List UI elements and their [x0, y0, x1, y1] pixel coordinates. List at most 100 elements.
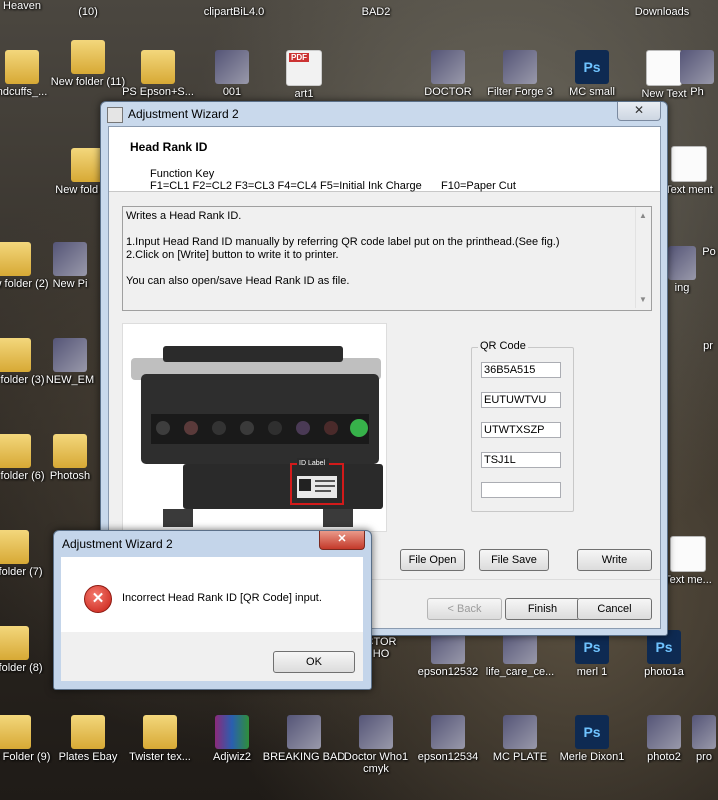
- image-file-icon: [668, 246, 696, 280]
- window-title: Adjustment Wizard 2: [128, 107, 239, 121]
- desktop-icon-label: Po: [702, 246, 716, 258]
- scroll-up-icon[interactable]: ▲: [639, 209, 647, 222]
- scroll-down-icon[interactable]: ▼: [639, 293, 647, 306]
- desktop-icon-label: clipartBiL4.0: [203, 6, 265, 18]
- desktop-icon[interactable]: clipartBiL4.0: [192, 6, 276, 18]
- folder-icon: [71, 40, 105, 74]
- image-file-icon: [359, 715, 393, 749]
- desktop-icon[interactable]: Photosh: [40, 434, 100, 482]
- description-scrollbar[interactable]: ▲ ▼: [635, 207, 651, 308]
- folder-icon: [71, 715, 105, 749]
- desktop-icon-label: art1: [294, 88, 314, 100]
- error-dialog-title: Adjustment Wizard 2: [62, 537, 173, 551]
- desktop-icon-label: Photosh: [49, 470, 91, 482]
- image-file-icon: [503, 715, 537, 749]
- image-file-icon: [692, 715, 716, 749]
- wizard-header: Head Rank ID Function Key F1=CL1 F2=CL2 …: [109, 127, 660, 192]
- close-button[interactable]: ✕: [617, 102, 661, 121]
- desktop-icon[interactable]: art1: [262, 50, 346, 100]
- description-line: You can also open/save Head Rank ID as f…: [126, 275, 350, 287]
- description-line: Writes a Head Rank ID.: [126, 210, 242, 222]
- printhead-image: ID Label: [123, 324, 386, 531]
- folder-icon: [0, 715, 31, 749]
- desktop-icon[interactable]: PS Epson+S...: [116, 50, 200, 98]
- desktop-icon[interactable]: ew folder (8): [0, 626, 52, 674]
- desktop-icon[interactable]: NEW_EM: [40, 338, 100, 386]
- description-line: 1.Input Head Rand ID manually by referri…: [126, 236, 560, 248]
- desktop-icon-label: PS Epson+S...: [122, 86, 194, 98]
- image-file-icon: [53, 338, 87, 372]
- ok-button[interactable]: OK: [273, 651, 355, 673]
- folder-icon: [0, 338, 31, 372]
- cancel-button[interactable]: Cancel: [577, 598, 652, 620]
- desktop-icon[interactable]: BAD2: [334, 6, 418, 18]
- image-file-icon: [287, 715, 321, 749]
- app-shortcut-icon: [503, 50, 537, 84]
- folder-icon: [0, 242, 31, 276]
- qr-code-field-4[interactable]: [481, 452, 561, 468]
- error-dialog-footer: OK: [61, 632, 363, 681]
- image-file-icon: [431, 50, 465, 84]
- photoshop-file-icon: Ps: [575, 50, 609, 84]
- folder-icon: [5, 50, 39, 84]
- qr-code-field-3[interactable]: [481, 422, 561, 438]
- desktop-icon-label: Ph: [690, 86, 704, 98]
- desktop-icon-label: ing: [674, 282, 690, 294]
- desktop-icon[interactable]: Downloads: [620, 6, 704, 18]
- desktop-icon[interactable]: Text ment: [660, 146, 718, 196]
- qr-code-field-1[interactable]: [481, 362, 561, 378]
- title-bar[interactable]: Adjustment Wizard 2 ✕: [101, 102, 667, 126]
- desktop-icon[interactable]: pro: [690, 715, 718, 763]
- write-button[interactable]: Write: [577, 549, 652, 571]
- image-file-icon: [680, 50, 714, 84]
- text-file-icon: [670, 536, 706, 572]
- back-button[interactable]: < Back: [427, 598, 502, 620]
- folder-icon: [141, 50, 175, 84]
- error-close-button[interactable]: ✕: [319, 531, 365, 550]
- qr-code-field-2[interactable]: [481, 392, 561, 408]
- desktop-icon-label: (10): [78, 6, 98, 18]
- qr-code-field-5[interactable]: [481, 482, 561, 498]
- page-title: Head Rank ID: [130, 140, 208, 154]
- desktop-icon[interactable]: ing: [662, 246, 702, 294]
- text-file-icon: [671, 146, 707, 182]
- pdf-icon: [286, 50, 322, 86]
- desktop-icon-label: BAD2: [361, 6, 391, 18]
- file-open-button[interactable]: File Open: [400, 549, 465, 571]
- folder-icon: [0, 530, 29, 564]
- desktop-icon-label: NEW_EM: [45, 374, 95, 386]
- desktop-icon-label: photo1a: [644, 666, 684, 678]
- desktop-icon-label: ew folder (7): [0, 566, 43, 578]
- image-file-icon: [431, 715, 465, 749]
- folder-icon: [0, 626, 29, 660]
- desktop-icon-label: ew folder (8): [0, 662, 43, 674]
- archive-icon: [215, 715, 249, 749]
- desktop-icon[interactable]: ew folder (7): [0, 530, 52, 578]
- desktop-icon[interactable]: New Pi: [40, 242, 100, 290]
- description-line: 2.Click on [Write] button to write it to…: [126, 249, 339, 261]
- function-key-list: F1=CL1 F2=CL2 F3=CL3 F4=CL4 F5=Initial I…: [150, 180, 422, 192]
- id-label-caption: ID Label: [299, 460, 326, 467]
- desktop-icon[interactable]: Text me...: [660, 536, 716, 586]
- finish-button[interactable]: Finish: [505, 598, 580, 620]
- error-icon: ✕: [84, 585, 112, 613]
- desktop-icon[interactable]: (10): [46, 6, 130, 18]
- photoshop-file-icon: Ps: [575, 715, 609, 749]
- function-key-paper-cut: F10=Paper Cut: [441, 180, 516, 192]
- desktop-icon[interactable]: pr: [698, 340, 718, 352]
- desktop-icon[interactable]: Ph: [676, 50, 718, 98]
- image-file-icon: [647, 715, 681, 749]
- desktop-icon-label: Text ment: [665, 184, 713, 196]
- desktop-icon-label: Downloads: [634, 6, 690, 18]
- image-file-icon: [53, 242, 87, 276]
- desktop-icon[interactable]: Ps photo1a: [622, 630, 706, 678]
- printhead-photo: ID Label: [122, 323, 387, 532]
- desktop-icon[interactable]: Po: [700, 246, 718, 258]
- desktop-icon-label: Text me...: [664, 574, 712, 586]
- error-message: Incorrect Head Rank ID [QR Code] input.: [122, 592, 322, 604]
- folder-icon: [0, 434, 31, 468]
- desktop-icon-label: New Pi: [52, 278, 88, 290]
- error-dialog: Adjustment Wizard 2 ✕ ✕ Incorrect Head R…: [53, 530, 372, 690]
- file-save-button[interactable]: File Save: [479, 549, 549, 571]
- qr-code-group: QR Code: [471, 340, 574, 512]
